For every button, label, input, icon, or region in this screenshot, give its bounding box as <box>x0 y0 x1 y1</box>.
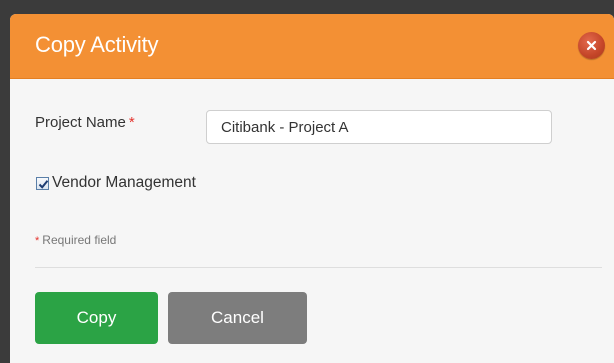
project-name-label: Project Name * <box>35 114 135 131</box>
checkmark-icon <box>38 179 49 189</box>
vendor-management-label: Vendor Management <box>52 174 196 191</box>
project-name-label-text: Project Name <box>35 114 126 131</box>
required-field-note: * Required field <box>35 233 116 247</box>
close-icon <box>586 40 597 51</box>
backdrop: Copy Activity Project Name* Vendor Manag… <box>0 0 614 363</box>
required-note-marker: * <box>35 235 40 247</box>
cancel-button[interactable]: Cancel <box>168 292 307 344</box>
vendor-management-checkbox[interactable] <box>36 176 49 190</box>
copy-activity-dialog: Copy Activity Project Name* Vendor Manag… <box>10 14 614 363</box>
copy-button[interactable]: Copy <box>35 292 158 344</box>
project-name-input[interactable] <box>206 110 552 144</box>
dialog-titlebar: Copy Activity <box>10 14 614 79</box>
divider <box>35 267 602 268</box>
dialog-title: Copy Activity <box>35 32 159 57</box>
required-note-text: Required field <box>42 233 117 247</box>
vendor-management-option[interactable]: Vendor Management <box>36 174 196 192</box>
required-marker: * <box>128 114 135 131</box>
close-button[interactable] <box>578 32 605 59</box>
